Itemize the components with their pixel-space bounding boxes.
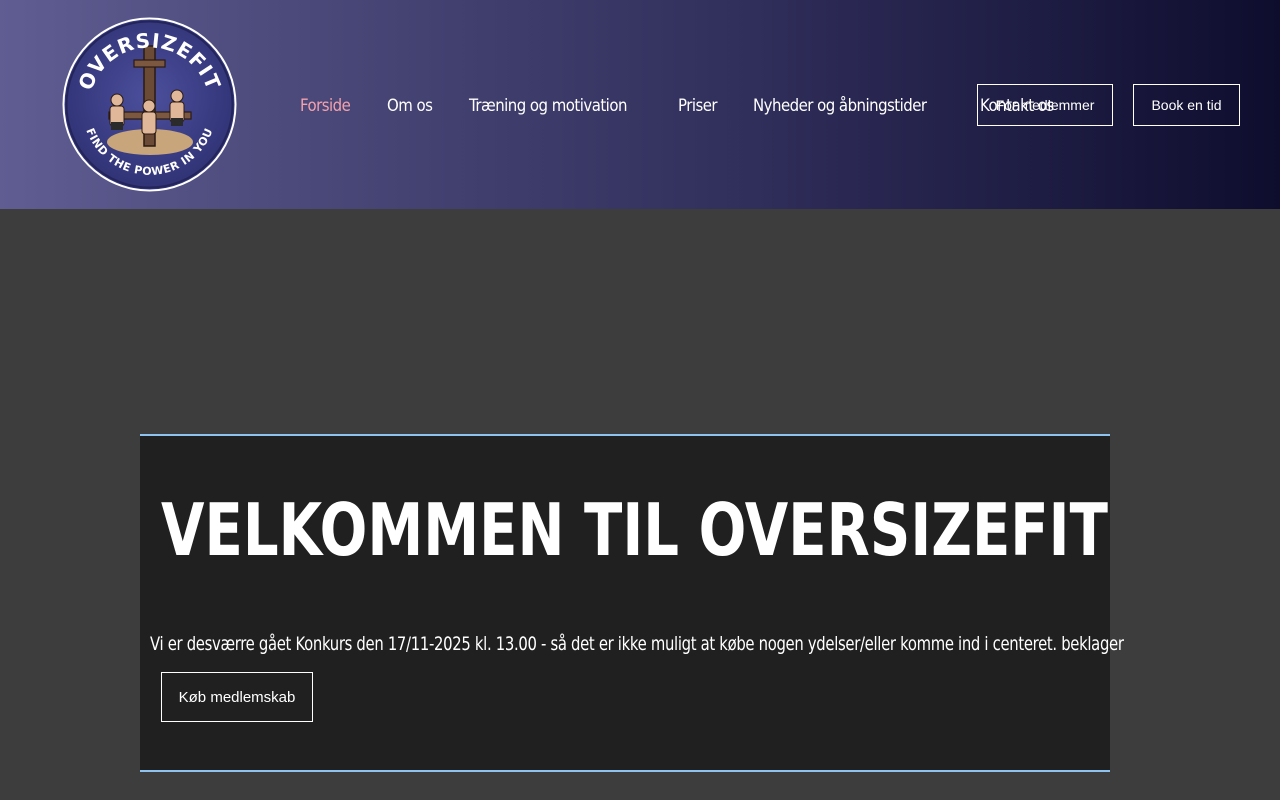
site-header: OVERSIZEFIT FIND THE POWER IN YOU Forsid… xyxy=(0,0,1280,209)
bankruptcy-notice: Vi er desværre gået Konkurs den 17/11-20… xyxy=(150,633,1124,655)
nav-item-traening[interactable]: Træning og motivation xyxy=(469,96,627,116)
hero-section: VELKOMMEN TIL OVERSIZEFIT Vi er desværre… xyxy=(140,434,1124,772)
nav-item-nyheder[interactable]: Nyheder og åbningstider xyxy=(753,96,927,116)
nav-item-priser[interactable]: Priser xyxy=(678,96,718,116)
book-appointment-button[interactable]: Book en tid xyxy=(1133,84,1240,126)
nav-item-forside[interactable]: Forside xyxy=(300,96,351,116)
hero-title: VELKOMMEN TIL OVERSIZEFIT xyxy=(161,488,1108,572)
nav-item-om-os[interactable]: Om os xyxy=(387,96,433,116)
for-members-button[interactable]: For medlemmer xyxy=(977,84,1113,126)
logo-emblem-icon: OVERSIZEFIT FIND THE POWER IN YOU xyxy=(62,17,237,192)
oversizefit-logo[interactable]: OVERSIZEFIT FIND THE POWER IN YOU xyxy=(61,16,238,193)
buy-membership-button[interactable]: Køb medlemskab xyxy=(161,672,313,722)
main-nav: Forside Om os Træning og motivation Pris… xyxy=(300,93,1094,119)
